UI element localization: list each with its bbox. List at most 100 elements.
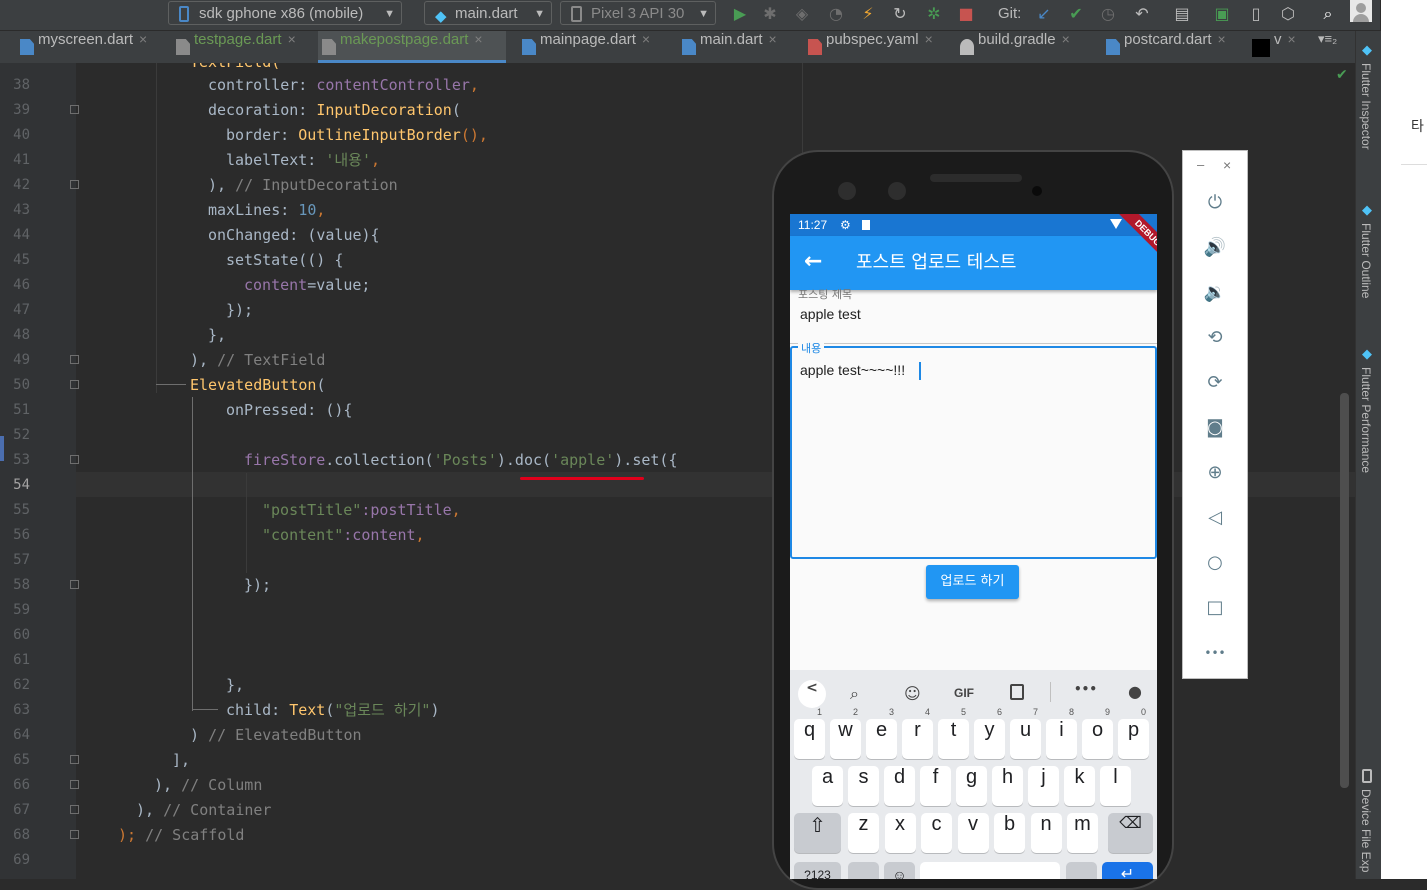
kb-collapse-icon[interactable]: <: [798, 680, 826, 708]
kb-key[interactable]: u7: [1010, 707, 1041, 759]
flutter-performance-tab[interactable]: Flutter Performance: [1359, 367, 1373, 473]
kb-key[interactable]: o9: [1082, 707, 1113, 759]
kb-key[interactable]: p0: [1118, 707, 1149, 759]
kb-sticker-icon[interactable]: ☺: [904, 684, 921, 703]
tab-pubspec[interactable]: pubspec.yaml ×: [804, 31, 933, 63]
kb-key[interactable]: f: [920, 766, 951, 806]
rollback-icon[interactable]: ↶: [1130, 2, 1154, 26]
kb-backspace-key[interactable]: ⌫: [1108, 813, 1153, 853]
kb-key[interactable]: b: [994, 813, 1025, 853]
avd-selector[interactable]: Pixel 3 API 30 ▼: [560, 1, 716, 25]
more-options-icon[interactable]: •••: [1203, 641, 1227, 665]
flutter-inspector-tab[interactable]: Flutter Inspector: [1359, 63, 1373, 150]
kb-key[interactable]: h: [992, 766, 1023, 806]
kb-key[interactable]: k: [1064, 766, 1095, 806]
tab-testpage[interactable]: testpage.dart ×: [172, 31, 296, 63]
close-icon[interactable]: ×: [288, 31, 296, 47]
coverage-icon[interactable]: ◈: [790, 2, 814, 26]
power-icon[interactable]: ⏻: [1203, 191, 1227, 215]
close-icon[interactable]: ×: [139, 31, 147, 47]
close-icon[interactable]: ×: [1218, 31, 1226, 47]
tab-postcard[interactable]: postcard.dart ×: [1102, 31, 1226, 63]
tab-v[interactable]: v ×: [1250, 31, 1296, 63]
kb-emoji-key[interactable]: ☺: [884, 862, 915, 879]
kb-more-icon[interactable]: •••: [1074, 682, 1097, 696]
fold-icon[interactable]: [70, 805, 79, 814]
close-icon[interactable]: ×: [1062, 31, 1070, 47]
hot-restart-icon[interactable]: ↻: [888, 2, 912, 26]
post-title-field[interactable]: 포스팅 제목 apple test: [790, 288, 1157, 344]
minimize-button[interactable]: –: [1197, 157, 1204, 172]
kb-mic-icon[interactable]: ●: [1128, 682, 1142, 701]
kb-key[interactable]: c: [921, 813, 952, 853]
kb-clipboard-icon[interactable]: [1010, 684, 1024, 700]
tab-build-gradle[interactable]: build.gradle ×: [956, 31, 1070, 63]
back-nav-icon[interactable]: ◁: [1203, 506, 1227, 530]
fold-icon[interactable]: [70, 180, 79, 189]
close-icon[interactable]: ×: [925, 31, 933, 47]
device-selector[interactable]: sdk gphone x86 (mobile) ▼: [168, 1, 402, 25]
close-icon[interactable]: ×: [1288, 31, 1296, 47]
kb-key[interactable]: g: [956, 766, 987, 806]
kb-key[interactable]: s: [848, 766, 879, 806]
kb-key[interactable]: y6: [974, 707, 1005, 759]
tab-makepostpage[interactable]: makepostpage.dart ×: [318, 31, 506, 63]
run-icon[interactable]: ▶: [728, 2, 752, 26]
kb-shift-key[interactable]: ⇧: [794, 813, 841, 853]
run-config-selector[interactable]: ◆ main.dart ▼: [424, 1, 552, 25]
kb-key[interactable]: m: [1067, 813, 1098, 853]
kb-key[interactable]: v: [957, 813, 989, 853]
screenshot-camera-icon[interactable]: ◙: [1203, 416, 1227, 440]
avd-manager-icon[interactable]: ▯: [1244, 2, 1268, 26]
kb-comma-key[interactable]: [848, 862, 879, 879]
volume-down-icon[interactable]: 🔉: [1203, 281, 1227, 305]
git-update-icon[interactable]: ↙: [1032, 2, 1056, 26]
kb-gif-button[interactable]: GIF: [954, 686, 974, 700]
kb-key[interactable]: x: [884, 813, 916, 853]
upload-button[interactable]: 업로드 하기: [926, 565, 1019, 599]
kb-key[interactable]: i8: [1046, 707, 1077, 759]
sdk-manager-icon[interactable]: ⬡: [1276, 2, 1300, 26]
kb-key[interactable]: d: [884, 766, 915, 806]
rotate-left-icon[interactable]: ⟲: [1203, 326, 1227, 350]
overview-nav-icon[interactable]: □: [1203, 596, 1227, 620]
device-manager-icon[interactable]: ▣: [1210, 2, 1234, 26]
fold-icon[interactable]: [70, 780, 79, 789]
back-arrow-icon[interactable]: ←: [804, 248, 822, 276]
hot-reload-icon[interactable]: ⚡: [856, 2, 880, 26]
kb-space-key[interactable]: [920, 862, 1060, 879]
kb-key[interactable]: w2: [830, 707, 861, 759]
kb-key[interactable]: l: [1100, 766, 1131, 806]
fold-icon[interactable]: [70, 380, 79, 389]
flutter-outline-tab[interactable]: Flutter Outline: [1359, 223, 1373, 298]
tab-myscreen[interactable]: myscreen.dart ×: [16, 31, 147, 63]
kb-key[interactable]: q1: [794, 707, 825, 759]
fold-icon[interactable]: [70, 455, 79, 464]
project-structure-icon[interactable]: ▤: [1170, 2, 1194, 26]
kb-key[interactable]: n: [1030, 813, 1062, 853]
fold-icon[interactable]: [70, 830, 79, 839]
kb-key[interactable]: e3: [866, 707, 897, 759]
kb-key[interactable]: j: [1028, 766, 1059, 806]
editor-scrollbar[interactable]: [1340, 393, 1349, 788]
kb-search-icon[interactable]: ⌕: [850, 684, 859, 704]
tab-mainpage[interactable]: mainpage.dart ×: [518, 31, 650, 63]
close-icon[interactable]: ×: [642, 31, 650, 47]
git-history-icon[interactable]: ◷: [1096, 2, 1120, 26]
profile-icon[interactable]: ◔: [824, 2, 848, 26]
kb-symbols-key[interactable]: ?123: [794, 862, 841, 879]
tab-main[interactable]: main.dart ×: [678, 31, 777, 63]
fold-icon[interactable]: [70, 105, 79, 114]
git-commit-icon[interactable]: ✔: [1064, 2, 1088, 26]
kb-key[interactable]: r4: [902, 707, 933, 759]
tabs-menu[interactable]: ▾≡₂: [1318, 31, 1337, 47]
kb-period-key[interactable]: [1066, 862, 1097, 879]
kb-key[interactable]: t5: [938, 707, 969, 759]
fold-icon[interactable]: [70, 580, 79, 589]
stop-icon[interactable]: ■: [954, 2, 978, 26]
device-file-explorer-tab[interactable]: Device File Exp: [1359, 789, 1373, 872]
kb-key[interactable]: z: [848, 813, 879, 853]
fold-icon[interactable]: [70, 755, 79, 764]
content-field[interactable]: 내용 apple test~~~~!!!: [790, 340, 1157, 559]
home-nav-icon[interactable]: ○: [1203, 551, 1227, 575]
